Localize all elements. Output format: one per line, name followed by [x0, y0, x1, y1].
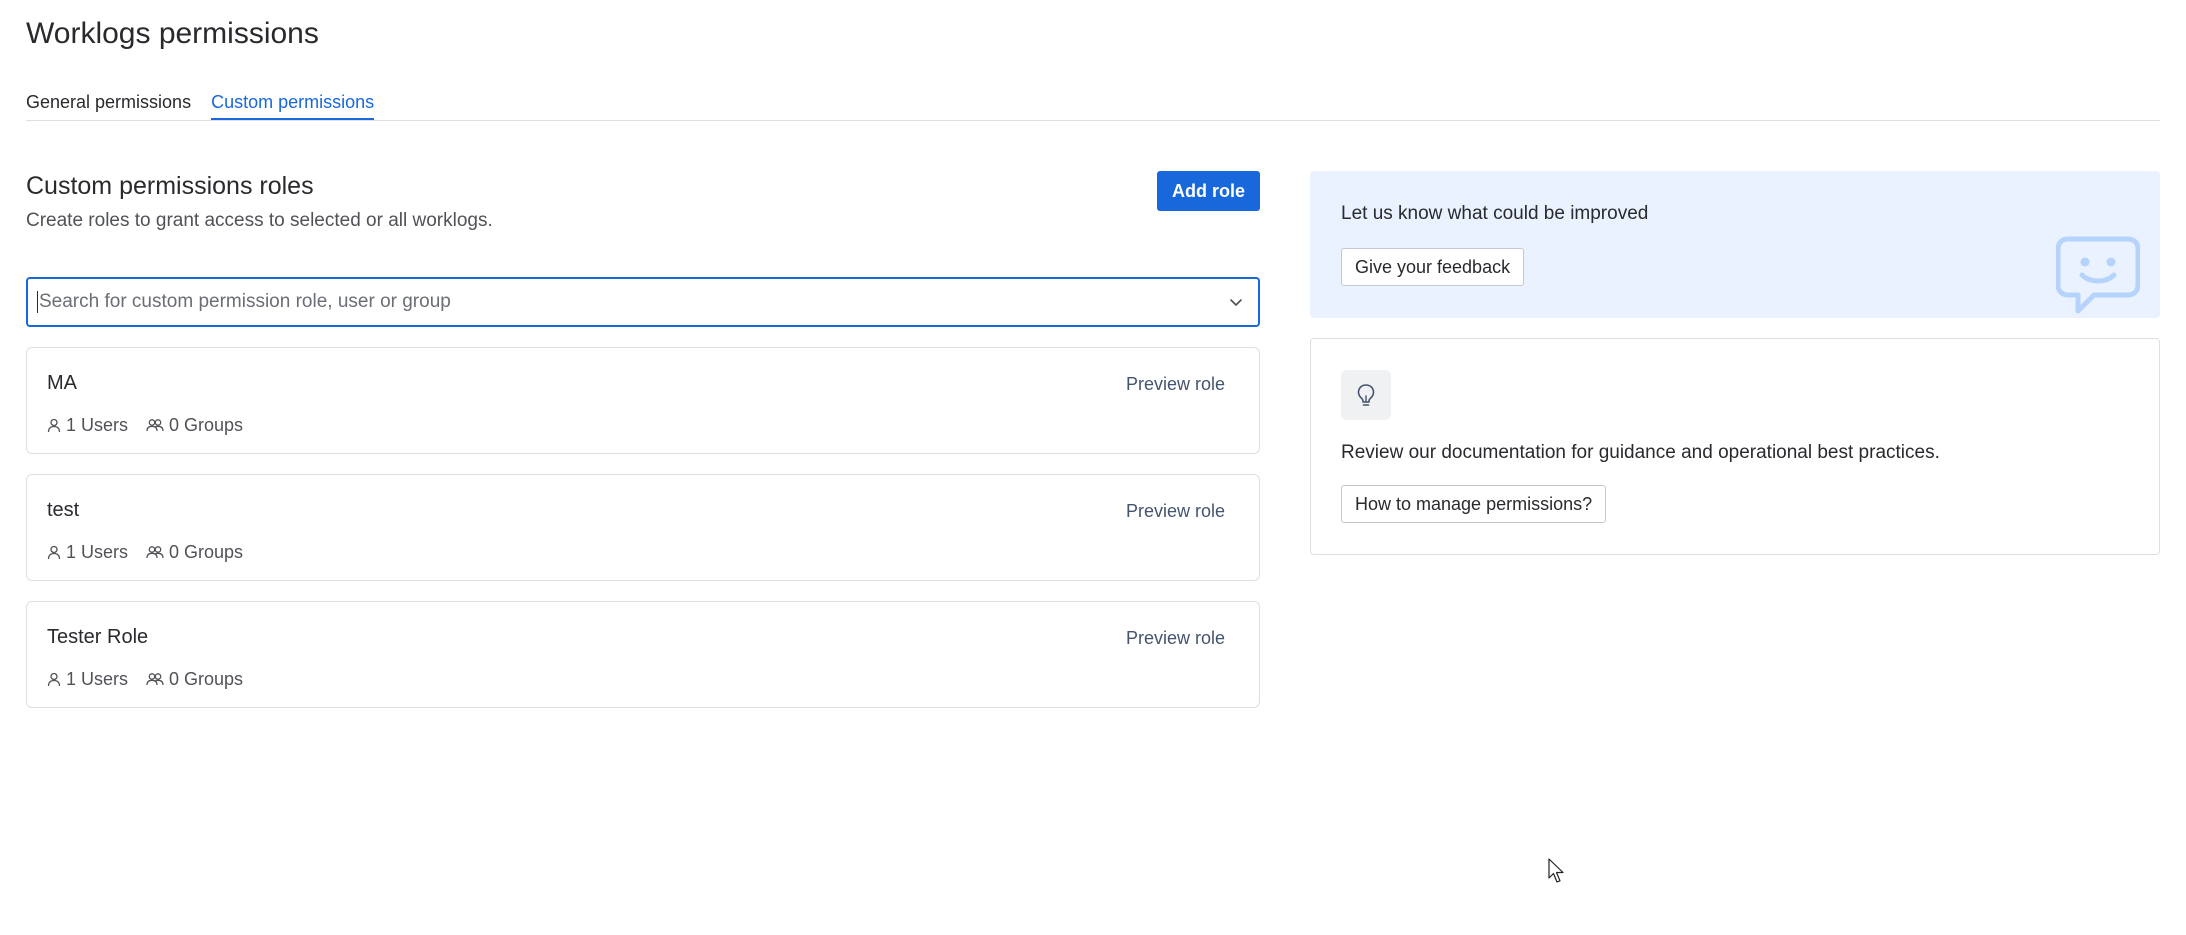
manage-permissions-link-button[interactable]: How to manage permissions?	[1341, 485, 1607, 523]
user-icon	[47, 672, 61, 686]
group-icon	[146, 418, 164, 431]
groups-count-label: 0 Groups	[169, 542, 244, 562]
preview-role-button[interactable]: Preview role	[1126, 627, 1225, 649]
text-caret	[37, 291, 38, 313]
users-count: 1 Users	[47, 414, 128, 436]
role-card: MA Preview role 1 Users 0 Groups	[26, 347, 1260, 454]
user-icon	[47, 545, 61, 559]
group-icon	[146, 545, 164, 558]
feedback-title: Let us know what could be improved	[1341, 203, 1649, 224]
role-meta: 1 Users 0 Groups	[47, 668, 261, 690]
groups-count-label: 0 Groups	[169, 669, 244, 689]
documentation-card: Review our documentation for guidance an…	[1310, 338, 2160, 555]
groups-count: 0 Groups	[146, 414, 243, 436]
mouse-pointer-icon	[1548, 858, 1564, 883]
role-meta: 1 Users 0 Groups	[47, 414, 261, 436]
lightbulb-icon	[1357, 384, 1375, 406]
role-search-select[interactable]	[26, 277, 1260, 327]
chevron-down-icon[interactable]	[1226, 292, 1246, 312]
groups-count: 0 Groups	[146, 668, 243, 690]
documentation-text: Review our documentation for guidance an…	[1341, 442, 1940, 463]
permission-tabs: General permissions Custom permissions	[26, 90, 2160, 121]
section-description: Create roles to grant access to selected…	[26, 210, 493, 231]
role-meta: 1 Users 0 Groups	[47, 541, 261, 563]
role-name: Tester Role	[47, 626, 149, 648]
worklogs-permissions-page: Worklogs permissions General permissions…	[26, 0, 2160, 935]
add-role-button[interactable]: Add role	[1156, 171, 1260, 211]
tab-general-permissions[interactable]: General permissions	[26, 90, 191, 120]
role-name: MA	[47, 372, 77, 394]
role-card: test Preview role 1 Users 0 Groups	[26, 474, 1260, 581]
users-count-label: 1 Users	[66, 542, 129, 562]
users-count-label: 1 Users	[66, 669, 129, 689]
group-icon	[146, 672, 164, 685]
feedback-chat-icon	[2056, 236, 2140, 314]
section-title: Custom permissions roles	[26, 172, 314, 200]
user-icon	[47, 418, 61, 432]
role-name: test	[47, 499, 80, 521]
preview-role-button[interactable]: Preview role	[1126, 500, 1225, 522]
tab-custom-permissions[interactable]: Custom permissions	[211, 90, 375, 120]
users-count-label: 1 Users	[66, 415, 129, 435]
groups-count-label: 0 Groups	[169, 415, 244, 435]
preview-role-button[interactable]: Preview role	[1126, 373, 1225, 395]
feedback-card: Let us know what could be improved Give …	[1310, 171, 2160, 318]
lightbulb-icon-container	[1341, 370, 1391, 420]
page-title: Worklogs permissions	[26, 17, 319, 50]
groups-count: 0 Groups	[146, 541, 243, 563]
role-card: Tester Role Preview role 1 Users 0 Group…	[26, 601, 1260, 708]
users-count: 1 Users	[47, 541, 128, 563]
role-search-input[interactable]	[39, 291, 1226, 313]
users-count: 1 Users	[47, 668, 128, 690]
give-feedback-button[interactable]: Give your feedback	[1341, 248, 1525, 286]
